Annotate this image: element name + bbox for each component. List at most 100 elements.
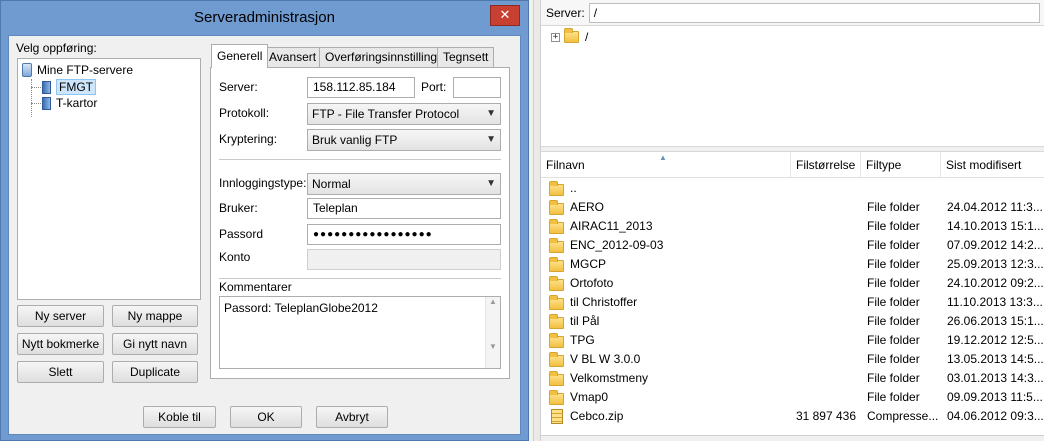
comments-textarea[interactable]: Passord: TeleplanGlobe2012 ▲ ▼	[219, 296, 501, 369]
file-name: Velkomstmeny	[570, 371, 649, 385]
file-row[interactable]: Ortofoto File folder 24.10.2012 09:2...	[541, 274, 1044, 293]
site-manager-dialog: Serveradministrasjon ✕ Velg oppføring: M…	[0, 0, 529, 441]
file-type: File folder	[867, 219, 920, 233]
dialog-titlebar[interactable]: Serveradministrasjon ✕	[1, 1, 528, 35]
server-input[interactable]: 158.112.85.184	[307, 77, 415, 98]
file-row[interactable]: TPG File folder 19.12.2012 12:5...	[541, 331, 1044, 350]
column-header-filesize[interactable]: Filstørrelse	[791, 152, 861, 178]
remote-server-label: Server:	[546, 5, 585, 20]
select-entry-label: Velg oppføring:	[16, 41, 97, 55]
new-folder-button[interactable]: Ny mappe	[112, 305, 198, 327]
sort-ascending-icon: ▲	[659, 153, 667, 162]
encryption-select[interactable]: Bruk vanlig FTP ▼	[307, 129, 501, 151]
protocol-value: FTP - File Transfer Protocol	[312, 107, 460, 121]
account-label: Konto	[219, 250, 251, 264]
file-type	[867, 179, 943, 198]
file-modified: 26.06.2013 15:1...	[947, 314, 1044, 328]
file-row[interactable]: MGCP File folder 25.09.2013 12:3...	[541, 255, 1044, 274]
file-modified: 24.10.2012 09:2...	[947, 276, 1044, 290]
pane-splitter[interactable]	[533, 0, 541, 441]
file-row[interactable]: til Pål File folder 26.06.2013 15:1...	[541, 312, 1044, 331]
file-size	[791, 198, 856, 217]
remote-tree-pane: + /	[541, 26, 1044, 146]
close-icon: ✕	[499, 7, 511, 22]
folder-icon	[549, 389, 564, 405]
zip-file-icon	[551, 409, 563, 424]
file-name-cell: ..	[549, 179, 789, 198]
status-bar	[541, 435, 1044, 441]
port-label: Port:	[421, 80, 447, 94]
tab-overforingsinnstillinger[interactable]: Overføringsinnstillinger	[319, 47, 454, 67]
delete-button[interactable]: Slett	[17, 361, 104, 383]
column-header-filetype[interactable]: Filtype	[861, 152, 941, 178]
folder-icon	[549, 218, 564, 234]
tree-item-t-kartor[interactable]: T-kartor	[42, 95, 97, 111]
new-server-button[interactable]: Ny server	[17, 305, 104, 327]
file-modified: 24.04.2012 11:3...	[947, 200, 1043, 214]
tree-item-fmgt[interactable]: FMGT	[42, 79, 96, 95]
rename-button[interactable]: Gi nytt navn	[112, 333, 198, 355]
connect-button[interactable]: Koble til	[143, 406, 216, 428]
folder-icon	[549, 256, 564, 272]
folder-icon	[549, 313, 564, 329]
tab-tegnsett[interactable]: Tegnsett	[437, 47, 495, 67]
file-name: AIRAC11_2013	[570, 219, 653, 233]
password-input[interactable]: ●●●●●●●●●●●●●●●●●	[307, 224, 501, 245]
file-modified	[947, 179, 1044, 198]
file-name-cell: Vmap0	[549, 388, 789, 407]
server-label: Server:	[219, 80, 258, 94]
protocol-select[interactable]: FTP - File Transfer Protocol ▼	[307, 103, 501, 125]
file-name-cell: Cebco.zip	[549, 407, 789, 426]
file-row[interactable]: til Christoffer File folder 11.10.2013 13:…	[541, 293, 1044, 312]
file-row[interactable]: V BL W 3.0.0 File folder 13.05.2013 14:5..…	[541, 350, 1044, 369]
tree-item-label: FMGT	[56, 79, 96, 95]
file-row[interactable]: Vmap0 File folder 09.09.2013 11:5...	[541, 388, 1044, 407]
chevron-down-icon: ▼	[486, 178, 496, 189]
tab-avansert[interactable]: Avansert	[263, 47, 323, 67]
file-size	[791, 274, 856, 293]
encryption-label: Kryptering:	[219, 132, 278, 146]
file-row[interactable]: ENC_2012-09-03 File folder 07.09.2012 14:2…	[541, 236, 1044, 255]
file-name: Vmap0	[570, 390, 609, 404]
comments-text: Passord: TeleplanGlobe2012	[224, 301, 378, 315]
cancel-button[interactable]: Avbryt	[316, 406, 388, 428]
tree-line	[31, 79, 32, 117]
comments-scrollbar[interactable]: ▲ ▼	[485, 297, 500, 368]
file-row[interactable]: Velkomstmeny File folder 03.01.2013 14:3..…	[541, 369, 1044, 388]
site-tree[interactable]: Mine FTP-servere FMGT T-kartor	[17, 58, 201, 300]
folder-icon	[549, 275, 564, 291]
file-name-cell: Ortofoto	[549, 274, 789, 293]
file-size: 31 897 436	[795, 409, 856, 423]
user-input[interactable]: Teleplan	[307, 198, 501, 219]
tree-root-label: Mine FTP-servere	[37, 63, 134, 77]
file-row[interactable]: AIRAC11_2013 File folder 14.10.2013 15:1..…	[541, 217, 1044, 236]
separator	[219, 159, 501, 160]
file-name-cell: AERO	[549, 198, 789, 217]
file-name-cell: Velkomstmeny	[549, 369, 789, 388]
remote-path-input[interactable]: /	[588, 2, 1040, 23]
logon-type-value: Normal	[312, 177, 351, 191]
close-button[interactable]: ✕	[490, 5, 520, 26]
remote-tree-root[interactable]: + /	[551, 28, 588, 46]
port-input[interactable]	[453, 77, 501, 98]
duplicate-button[interactable]: Duplicate	[112, 361, 198, 383]
separator	[219, 278, 501, 279]
file-row[interactable]: AERO File folder 24.04.2012 11:3...	[541, 198, 1044, 217]
new-bookmark-button[interactable]: Nytt bokmerke	[17, 333, 104, 355]
ok-button[interactable]: OK	[230, 406, 302, 428]
file-type: Compresse...	[867, 409, 939, 423]
comments-label: Kommentarer	[219, 280, 292, 294]
folder-icon	[549, 199, 564, 215]
tab-generell[interactable]: Generell	[211, 44, 269, 68]
column-header-modified[interactable]: Sist modifisert	[941, 152, 1044, 178]
file-type: File folder	[867, 295, 920, 309]
logon-type-select[interactable]: Normal ▼	[307, 173, 501, 195]
file-size	[791, 236, 856, 255]
expand-icon[interactable]: +	[551, 32, 560, 42]
file-row[interactable]: ..	[541, 179, 1044, 198]
folder-icon	[549, 370, 564, 386]
user-label: Bruker:	[219, 201, 258, 215]
file-row[interactable]: Cebco.zip 31 897 436 Compresse... 04.06.201…	[541, 407, 1044, 426]
tree-root-mine-ftp-servere[interactable]: Mine FTP-servere	[22, 62, 133, 78]
file-size	[791, 179, 856, 198]
